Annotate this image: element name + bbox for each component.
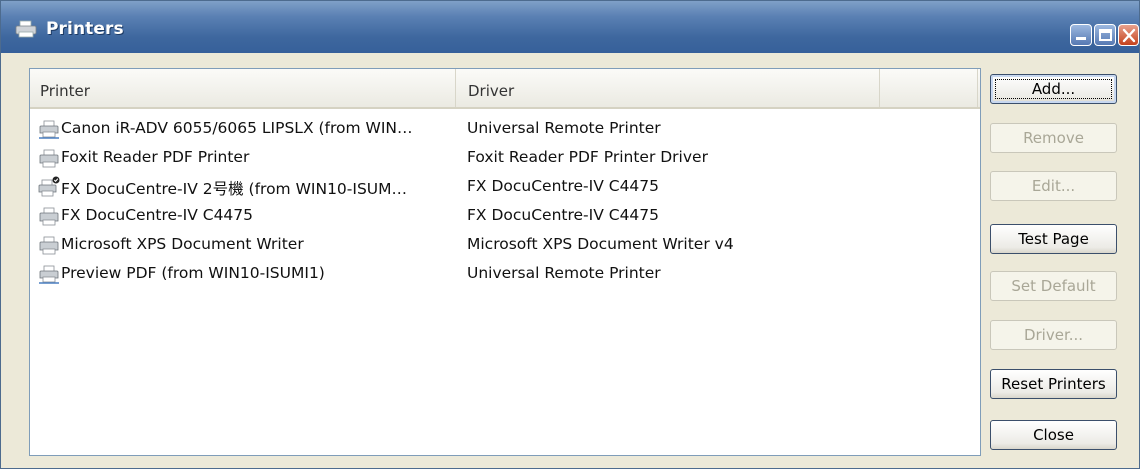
printer-icon <box>15 20 37 38</box>
printer-driver: Universal Remote Printer <box>467 264 661 282</box>
title-bar[interactable]: Printers <box>1 1 1139 53</box>
remove-button[interactable]: Remove <box>990 123 1117 153</box>
dialog-body: Printer Driver Canon iR-ADV 6055/6065 LI… <box>11 57 1131 466</box>
printer-name: FX DocuCentre-IV 2号機 (from WIN10-ISUM… <box>61 180 408 198</box>
printer-driver: Microsoft XPS Document Writer v4 <box>467 235 734 253</box>
printer-name: FX DocuCentre-IV C4475 <box>61 206 254 224</box>
list-item[interactable]: Microsoft XPS Document Writer Microsoft … <box>30 231 980 260</box>
driver-button[interactable]: Driver... <box>990 320 1117 350</box>
printer-driver: FX DocuCentre-IV C4475 <box>467 206 660 224</box>
printer-icon <box>39 236 59 255</box>
close-icon <box>1122 28 1136 43</box>
add-button[interactable]: Add... <box>990 74 1117 104</box>
minimize-icon <box>1076 37 1086 40</box>
add-button-label: Add... <box>1031 80 1076 98</box>
window-title: Printers <box>46 19 124 39</box>
column-header-printer[interactable]: Printer <box>30 69 456 107</box>
printer-name: Preview PDF (from WIN10-ISUMI1) <box>61 264 325 282</box>
list-item[interactable]: FX DocuCentre-IV C4475 FX DocuCentre-IV … <box>30 202 980 231</box>
printer-rows: Canon iR-ADV 6055/6065 LIPSLX (from WIN…… <box>30 115 980 289</box>
printer-driver: Universal Remote Printer <box>467 119 661 137</box>
printers-window: Printers Printer Driver Canon iR-ADV 605… <box>0 0 1140 469</box>
printer-driver: FX DocuCentre-IV C4475 <box>467 177 660 195</box>
list-header: Printer Driver <box>30 69 980 109</box>
set-default-button[interactable]: Set Default <box>990 271 1117 301</box>
reset-printers-button[interactable]: Reset Printers <box>990 369 1117 399</box>
printer-name: Microsoft XPS Document Writer <box>61 235 304 253</box>
close-button[interactable]: Close <box>990 420 1117 450</box>
printer-driver: Foxit Reader PDF Printer Driver <box>467 148 708 166</box>
list-item[interactable]: FX DocuCentre-IV 2号機 (from WIN10-ISUM… F… <box>30 173 980 202</box>
list-item[interactable]: Preview PDF (from WIN10-ISUMI1) Universa… <box>30 260 980 289</box>
edit-button[interactable]: Edit... <box>990 171 1117 201</box>
maximize-icon <box>1099 29 1112 41</box>
network-printer-icon <box>39 120 59 139</box>
printer-list[interactable]: Printer Driver Canon iR-ADV 6055/6065 LI… <box>29 68 981 456</box>
list-item[interactable]: Canon iR-ADV 6055/6065 LIPSLX (from WIN…… <box>30 115 980 144</box>
default-printer-icon <box>38 176 60 197</box>
printer-name: Canon iR-ADV 6055/6065 LIPSLX (from WIN… <box>61 119 413 137</box>
minimize-button[interactable] <box>1070 24 1092 46</box>
list-item[interactable]: Foxit Reader PDF Printer Foxit Reader PD… <box>30 144 980 173</box>
printer-icon <box>39 207 59 226</box>
column-header-filler <box>880 69 978 107</box>
close-window-button[interactable] <box>1118 24 1139 46</box>
column-header-driver[interactable]: Driver <box>456 69 880 107</box>
network-printer-icon <box>39 265 59 284</box>
printer-icon <box>39 149 59 168</box>
maximize-button[interactable] <box>1094 24 1116 46</box>
printer-name: Foxit Reader PDF Printer <box>61 148 250 166</box>
test-page-button[interactable]: Test Page <box>990 224 1117 254</box>
